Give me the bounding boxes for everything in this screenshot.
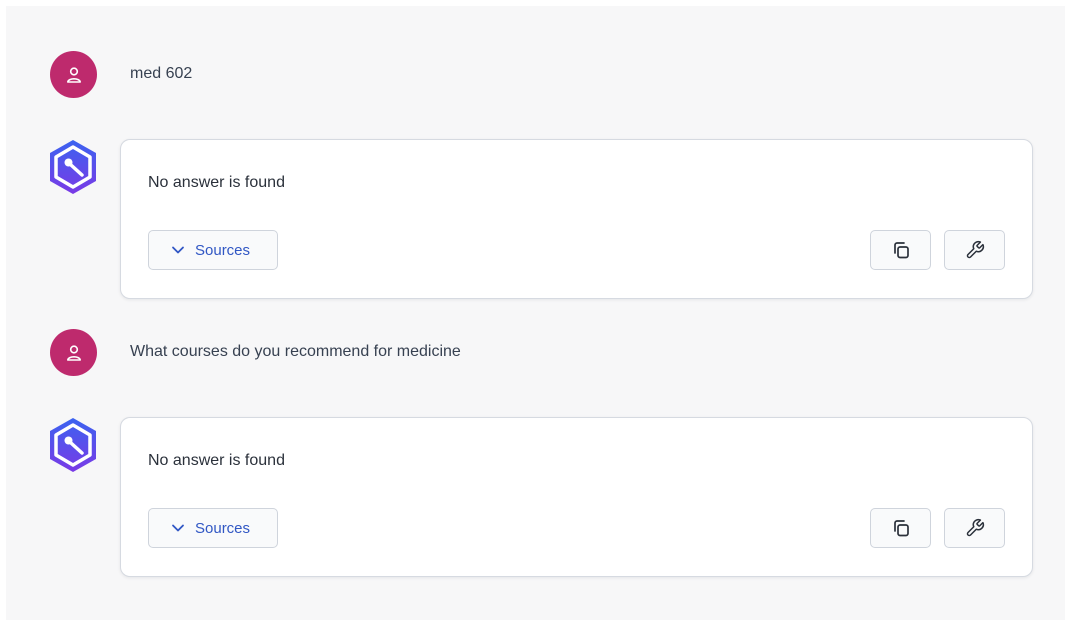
user-message-text: med 602 <box>130 65 193 82</box>
chevron-down-icon <box>172 524 184 532</box>
settings-button[interactable] <box>944 230 1005 270</box>
answer-card: No answer is found Sources <box>120 417 1033 577</box>
sources-button[interactable]: Sources <box>148 508 278 548</box>
copy-button[interactable] <box>870 508 931 548</box>
copy-button[interactable] <box>870 230 931 270</box>
user-icon <box>66 344 81 361</box>
sources-label: Sources <box>195 519 251 537</box>
bot-logo-icon <box>50 418 96 472</box>
copy-icon <box>893 242 909 259</box>
bot-logo-icon <box>50 140 96 194</box>
wrench-icon <box>966 518 984 537</box>
answer-text: No answer is found <box>148 452 285 469</box>
settings-button[interactable] <box>944 508 1005 548</box>
user-icon <box>66 66 81 83</box>
answer-card: No answer is found Sources <box>120 139 1033 299</box>
bot-avatar <box>46 416 100 474</box>
bot-avatar <box>46 138 100 196</box>
answer-text: No answer is found <box>148 174 285 191</box>
wrench-icon <box>966 240 984 259</box>
chevron-down-icon <box>172 246 184 254</box>
copy-icon <box>893 520 909 537</box>
chat-panel: med 602 No answer is found Sources What … <box>6 6 1065 620</box>
user-avatar <box>50 329 97 376</box>
sources-button[interactable]: Sources <box>148 230 278 270</box>
user-message-text: What courses do you recommend for medici… <box>130 343 461 360</box>
user-avatar <box>50 51 97 98</box>
sources-label: Sources <box>195 241 251 259</box>
